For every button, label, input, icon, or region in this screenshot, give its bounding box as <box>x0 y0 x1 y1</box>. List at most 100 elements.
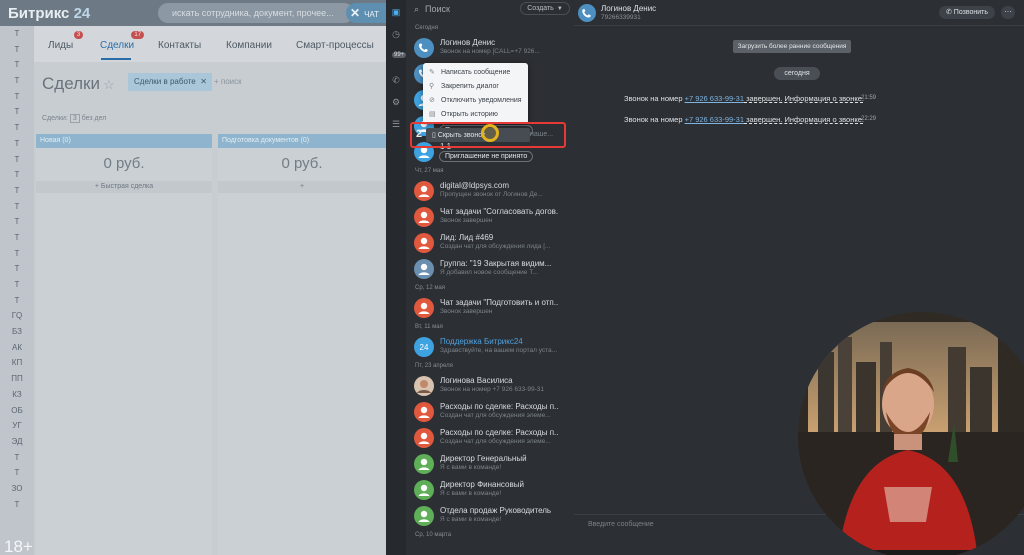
chat-preview: Звонок на номер +7 926 633-99-31 <box>440 386 544 393</box>
tab-leads[interactable]: Лиды 3 <box>48 31 84 51</box>
tab-smart-processes[interactable]: Смарт-процессы <box>296 40 374 51</box>
close-icon[interactable]: ✕ <box>200 73 207 91</box>
stage-header-new[interactable]: Новая (0) <box>36 134 212 148</box>
menu-item-write-message[interactable]: ✎ Написать сообщение <box>429 67 510 79</box>
stage-amount: 0 руб. <box>103 155 145 172</box>
sidebar-icon[interactable]: Т <box>0 246 34 262</box>
chat-name: Директор Генеральный <box>440 454 527 463</box>
recent-chat-item[interactable]: Логинова Василиса Звонок на номер +7 926 … <box>414 374 558 398</box>
sidebar-icon[interactable]: Т <box>0 57 34 73</box>
phone-icon[interactable]: ✆ <box>391 75 401 85</box>
sidebar-icon[interactable]: ОБ <box>0 403 34 419</box>
global-search-input[interactable]: искать сотрудника, документ, прочее... <box>158 3 354 23</box>
recent-chat-item[interactable]: Расходы по сделке: Расходы п... Создан ча… <box>414 400 558 424</box>
message-time: 21:59 <box>861 95 877 101</box>
sidebar-icon[interactable]: Т <box>0 293 34 309</box>
phone-link[interactable]: +7 926 633-99-31 <box>685 115 744 124</box>
sidebar-icon[interactable]: Т <box>0 152 34 168</box>
search-icon: ⌕ <box>414 4 420 14</box>
recent-chat-item[interactable]: Логинов Денис Звонок на номер [CALL=+7 92… <box>414 36 558 60</box>
phone-link[interactable]: +7 926 633-99-31 <box>685 94 744 103</box>
chat-name: Поддержка Битрикс24 <box>440 337 523 346</box>
recent-chat-item[interactable]: 24 Поддержка Битрикс24 Здравствуйте, на ва… <box>414 335 558 359</box>
sidebar-icon[interactable]: Т <box>0 497 34 513</box>
recent-chat-item[interactable]: Группа: "19 Закрытая видим... Я добавил н… <box>414 257 558 281</box>
recent-chat-item[interactable]: Лид: Лид #469 Создан чат для обсуждения л… <box>414 231 558 255</box>
notification-badge: 99+ <box>392 52 407 58</box>
sidebar-icon[interactable]: Т <box>0 42 34 58</box>
sidebar-icon[interactable]: ЭД <box>0 434 34 450</box>
tab-contacts[interactable]: Контакты <box>158 40 201 51</box>
gear-icon[interactable]: ⚙ <box>391 97 401 107</box>
sidebar-icon[interactable]: ЗО <box>0 481 34 497</box>
crm-nav-tabs: Лиды 3 Сделки 17 Контакты Компании Смарт-п… <box>34 26 386 62</box>
sidebar-icon[interactable]: КЗ <box>0 387 34 403</box>
filter-search-input[interactable]: + поиск <box>214 77 242 86</box>
age-rating-label: 18+ <box>4 537 33 555</box>
call-button[interactable]: ✆ Позвонить <box>939 6 995 19</box>
recent-chat-item[interactable]: Расходы по сделке: Расходы п... Создан ча… <box>414 426 558 450</box>
filter-chip[interactable]: Сделки в работе ✕ <box>128 73 212 91</box>
sidebar-icon[interactable]: КП <box>0 355 34 371</box>
sidebar-icon[interactable]: Т <box>0 120 34 136</box>
sidebar-icon[interactable]: ПП <box>0 371 34 387</box>
call-info-link[interactable]: завершен. Информация о звонке. <box>744 94 864 103</box>
sidebar-icon[interactable]: Т <box>0 465 34 481</box>
sidebar-icon[interactable]: Т <box>0 214 34 230</box>
sidebar-icon[interactable]: Т <box>0 261 34 277</box>
chat-toggle-button[interactable]: ✕ ЧАТ <box>346 3 386 23</box>
chat-icon[interactable]: ▣ <box>391 7 401 17</box>
tab-counter: 3 <box>73 31 84 39</box>
sidebar-icon[interactable]: Т <box>0 89 34 105</box>
sidebar-icon[interactable]: АК <box>0 340 34 356</box>
chat-header: Логинов Денис 79266339931 ✆ Позвонить ··… <box>574 0 1024 26</box>
messenger-rail: ▣ ◷ 99+ ✆ ⚙ ☰ <box>386 0 407 555</box>
sidebar-icon[interactable]: Т <box>0 73 34 89</box>
sidebar-icon[interactable]: Т <box>0 104 34 120</box>
sidebar-icon[interactable]: Т <box>0 136 34 152</box>
more-icon[interactable]: ··· <box>1001 6 1015 19</box>
call-info-link[interactable]: завершен. Информация о звонке. <box>744 115 864 124</box>
sidebar-icon[interactable]: Т <box>0 199 34 215</box>
menu-item-open-history[interactable]: ▤ Открыть историю <box>429 109 498 119</box>
sidebar-icon[interactable]: Т <box>0 450 34 466</box>
crm-background: Битрикс 24 искать сотрудника, документ, … <box>0 0 386 555</box>
menu-item-mute-notifications[interactable]: ⊘ Отключить уведомления <box>429 95 522 107</box>
chat-preview: Создан чат для обсуждения лида [... <box>440 243 551 250</box>
sidebar-icon[interactable]: Т <box>0 26 34 42</box>
sidebar-icon[interactable]: ГQ <box>0 308 34 324</box>
star-icon[interactable]: ☆ <box>103 77 115 92</box>
clock-icon[interactable]: ◷ <box>391 29 401 39</box>
recent-chat-item[interactable]: Директор Финансовый Я с вами в команде! <box>414 478 558 502</box>
sidebar-icon[interactable]: УГ <box>0 418 34 434</box>
sidebar-icon[interactable]: Т <box>0 277 34 293</box>
sidebar-icon[interactable]: Т <box>0 167 34 183</box>
call-button-label: Позвонить <box>953 9 989 16</box>
recent-chat-item[interactable]: Чат задачи "Согласовать догов... Звонок з… <box>414 205 558 229</box>
load-earlier-button[interactable]: Загрузить более ранние сообщения <box>733 40 851 53</box>
sidebar-icon[interactable]: Т <box>0 183 34 199</box>
recent-chat-item[interactable]: Отдела продаж Руководитель Я с вами в ком… <box>414 504 558 528</box>
chat-preview: Я с вами в команде! <box>440 516 502 523</box>
avatar[interactable] <box>578 4 596 22</box>
tab-deals[interactable]: Сделки 17 <box>100 31 145 51</box>
quick-deal-button[interactable]: + <box>218 181 386 193</box>
recent-chat-item[interactable]: Чат задачи "Подготовить и отп... Звонок з… <box>414 296 558 320</box>
context-menu: ✎ Написать сообщение ⚲ Закрепить диалог ⊘ О… <box>423 63 528 124</box>
sidebar-icon[interactable]: БЗ <box>0 324 34 340</box>
recent-chat-item[interactable]: Директор Генеральный Я с вами в команде! <box>414 452 558 476</box>
avatar <box>414 428 434 448</box>
quick-deal-button[interactable]: + Быстрая сделка <box>36 181 212 193</box>
stage-column-docs: 0 руб. + <box>218 148 386 555</box>
stage-header-docs[interactable]: Подготовка документов (0) <box>218 134 386 148</box>
date-group-header: Чт, 27 мая <box>415 168 444 174</box>
menu-item-pin-dialog[interactable]: ⚲ Закрепить диалог <box>429 81 499 93</box>
sidebar-icon[interactable]: Т <box>0 230 34 246</box>
recents-search-input[interactable]: ⌕ Поиск <box>414 2 520 16</box>
tab-companies[interactable]: Компании <box>226 40 272 51</box>
bitrix-logo[interactable]: Битрикс 24 <box>8 5 90 22</box>
note-icon[interactable]: ☰ <box>391 119 401 129</box>
create-button[interactable]: Создать ▼ <box>520 2 570 15</box>
recent-chat-item[interactable]: digital@ldpsys.com Пропущен звонок от Лог… <box>414 179 558 203</box>
svg-text:24: 24 <box>420 343 429 352</box>
